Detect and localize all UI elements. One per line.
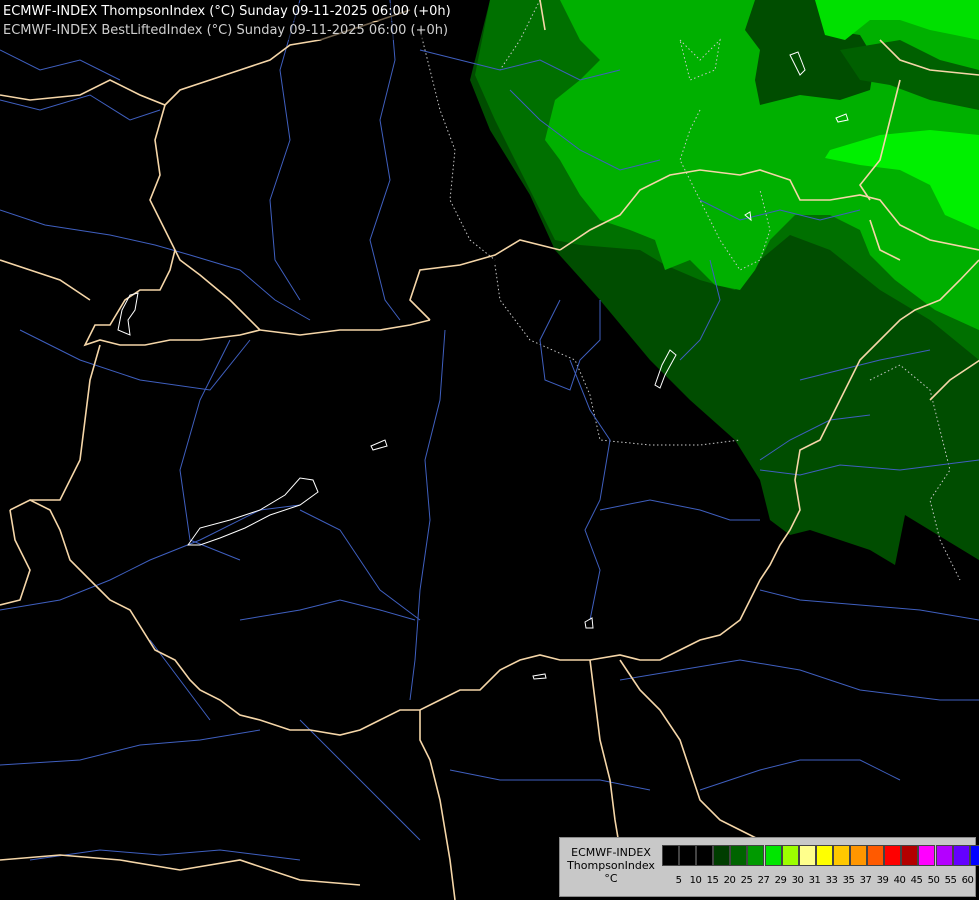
legend-swatches bbox=[662, 845, 979, 866]
legend-swatch bbox=[696, 845, 714, 866]
legend-tick-label: 35 bbox=[842, 875, 855, 886]
legend-tick-label: 5 bbox=[675, 875, 682, 886]
weather-map-view: ECMWF-INDEX ThompsonIndex (°C) Sunday 09… bbox=[0, 0, 979, 900]
legend-swatch bbox=[747, 845, 765, 866]
legend-swatch bbox=[815, 845, 833, 866]
legend-tick-label: 50 bbox=[927, 875, 940, 886]
legend-tick-label: 33 bbox=[825, 875, 838, 886]
map-canvas[interactable] bbox=[0, 0, 979, 900]
color-legend: ECMWF-INDEX ThompsonIndex °C 5 10 15 20 25 27… bbox=[559, 837, 979, 897]
legend-swatch bbox=[952, 845, 970, 866]
legend-unit: °C bbox=[604, 872, 618, 885]
legend-tick-label: 45 bbox=[910, 875, 923, 886]
legend-swatch bbox=[935, 845, 953, 866]
legend-tick-label: 55 bbox=[944, 875, 957, 886]
legend-tick-label: 40 bbox=[893, 875, 906, 886]
legend-swatch bbox=[713, 845, 731, 866]
map-title-secondary: ECMWF-INDEX BestLiftedIndex (°C) Sunday … bbox=[0, 22, 452, 40]
legend-swatch bbox=[969, 845, 979, 866]
legend-model: ECMWF-INDEX bbox=[571, 846, 651, 859]
map-title-primary: ECMWF-INDEX ThompsonIndex (°C) Sunday 09… bbox=[0, 3, 454, 21]
legend-tick-label: 20 bbox=[723, 875, 736, 886]
legend-swatch bbox=[850, 845, 868, 866]
legend-swatch bbox=[679, 845, 697, 866]
legend-tick-labels: 5 10 15 20 25 27 29 30 31 33 35 37 39 40 45 50 55 60 bbox=[662, 875, 976, 886]
legend-swatch bbox=[781, 845, 799, 866]
legend-tick-spacer bbox=[662, 875, 670, 886]
legend-tick-label: 27 bbox=[757, 875, 770, 886]
legend-tick-label: 39 bbox=[876, 875, 889, 886]
legend-tick-label: 60 bbox=[961, 875, 974, 886]
legend-swatch bbox=[867, 845, 885, 866]
legend-tick-label: 30 bbox=[791, 875, 804, 886]
legend-tick-label: 15 bbox=[706, 875, 719, 886]
legend-tick-label: 10 bbox=[689, 875, 702, 886]
legend-swatch bbox=[798, 845, 816, 866]
legend-swatch bbox=[662, 845, 679, 866]
legend-parameter: ThompsonIndex bbox=[567, 859, 655, 872]
legend-swatch bbox=[832, 845, 850, 866]
legend-tick-label: 31 bbox=[808, 875, 821, 886]
legend-title: ECMWF-INDEX ThompsonIndex °C bbox=[563, 846, 659, 885]
legend-swatch bbox=[918, 845, 936, 866]
legend-swatch bbox=[884, 845, 902, 866]
legend-tick-label: 37 bbox=[859, 875, 872, 886]
legend-swatch bbox=[901, 845, 919, 866]
legend-tick-label: 29 bbox=[774, 875, 787, 886]
legend-tick-label: 25 bbox=[740, 875, 753, 886]
legend-swatch bbox=[730, 845, 748, 866]
legend-swatch bbox=[764, 845, 782, 866]
